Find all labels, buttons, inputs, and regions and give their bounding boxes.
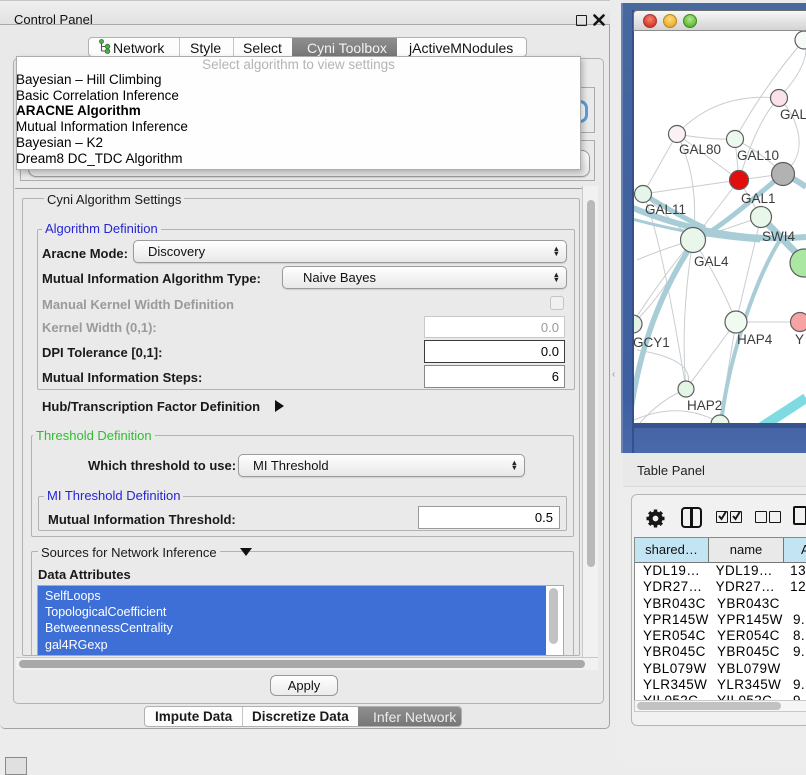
svg-text:GAL11: GAL11 bbox=[645, 202, 686, 217]
svg-text:GAL80: GAL80 bbox=[679, 142, 721, 157]
svg-text:HAP2: HAP2 bbox=[687, 398, 722, 413]
svg-text:HAP4: HAP4 bbox=[737, 332, 773, 347]
svg-text:GAL10: GAL10 bbox=[737, 148, 779, 163]
svg-text:Y: Y bbox=[795, 332, 804, 347]
svg-text:GAL7: GAL7 bbox=[780, 107, 806, 122]
svg-text:SWI4: SWI4 bbox=[762, 229, 795, 244]
svg-text:GAL4: GAL4 bbox=[694, 254, 729, 269]
svg-text:GAL1: GAL1 bbox=[741, 191, 776, 206]
svg-text:GCY1: GCY1 bbox=[634, 335, 670, 350]
